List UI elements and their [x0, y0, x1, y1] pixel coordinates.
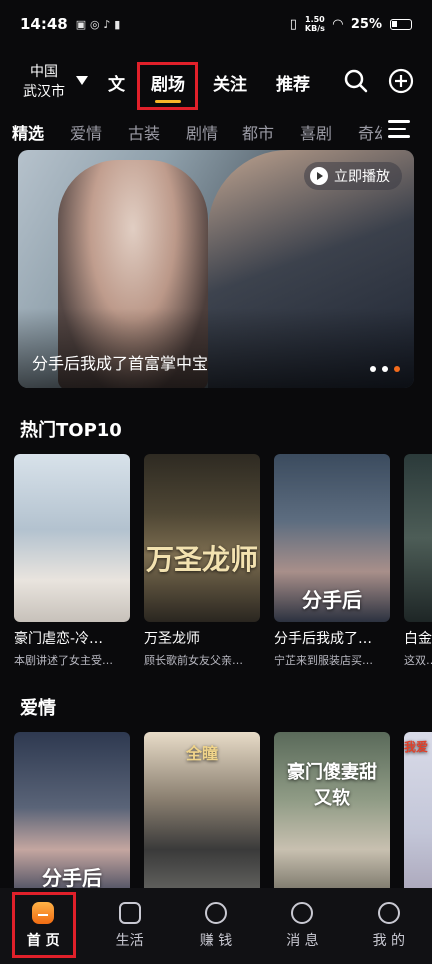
shopping-bag-icon — [118, 902, 141, 924]
card-title: 豪门虐恋-冷… — [14, 631, 104, 647]
category-featured[interactable]: 精选 — [12, 120, 44, 144]
drama-card[interactable]: 豪门虐恋-冷… 本剧讲述了女主受… — [14, 454, 130, 668]
category-bar: 精选 爱情 古装 剧情 都市 喜剧 奇幻 — [0, 116, 432, 146]
coin-icon — [205, 902, 228, 924]
category-drama[interactable]: 剧情 — [186, 120, 218, 144]
tab-wen[interactable]: 文 — [108, 70, 125, 95]
poster-image: 万圣龙师 — [144, 454, 260, 622]
poster-image: 分手后 — [14, 732, 130, 900]
section-title-top10: 热门TOP10 — [18, 416, 122, 445]
tab-recommend[interactable]: 推荐 — [276, 70, 310, 95]
poster-image — [14, 454, 130, 622]
tab-life[interactable]: 生活 — [86, 888, 172, 964]
location-selector[interactable]: 中国 武汉市 — [22, 62, 66, 102]
featured-banner[interactable]: 立即播放 分手后我成了首富掌中宝 — [18, 150, 414, 388]
annotation-box-home — [12, 892, 76, 958]
drama-card[interactable]: 万圣龙师 万圣龙师 顾长歌前女友父亲… — [144, 454, 260, 668]
profile-icon — [377, 902, 400, 924]
card-subtitle: 顾长歌前女友父亲… — [144, 654, 243, 667]
poster-image — [404, 454, 432, 622]
speed-value: 1.50 — [305, 15, 325, 24]
search-icon[interactable] — [343, 68, 369, 94]
play-now-button[interactable]: 立即播放 — [304, 162, 402, 190]
category-fantasy[interactable]: 奇幻 — [358, 120, 382, 144]
play-icon — [310, 167, 328, 185]
tab-profile-label: 我 的 — [372, 933, 406, 949]
carousel-indicator — [370, 366, 400, 372]
category-costume[interactable]: 古装 — [128, 120, 160, 144]
tab-profile[interactable]: 我 的 — [346, 888, 432, 964]
drama-card[interactable]: 分手后 分手后我成了… 宁芷来到服装店买… — [274, 454, 390, 668]
tab-messages[interactable]: 消 息 — [259, 888, 345, 964]
card-subtitle: 本剧讲述了女主受… — [14, 654, 113, 667]
tab-messages-label: 消 息 — [286, 933, 319, 949]
section-title-romance: 爱情 — [18, 694, 56, 723]
notification-icons: ▣ ◎ ♪ ▮ — [75, 17, 121, 31]
add-icon[interactable] — [388, 68, 414, 94]
category-romance[interactable]: 爱情 — [70, 120, 102, 144]
location-city: 武汉市 — [23, 84, 65, 100]
vibrate-icon: ▯ — [289, 16, 297, 32]
network-speed: 1.50 KB/s — [305, 15, 325, 33]
category-urban[interactable]: 都市 — [242, 120, 274, 144]
top-nav: 中国 武汉市 文 剧场 关注 推荐 — [0, 58, 432, 108]
banner-title: 分手后我成了首富掌中宝 — [32, 354, 209, 373]
play-now-label: 立即播放 — [334, 169, 390, 185]
annotation-box-theater — [137, 62, 198, 110]
location-country: 中国 — [30, 64, 58, 80]
tab-earn[interactable]: 赚 钱 — [173, 888, 259, 964]
card-title: 万圣龙师 — [144, 631, 200, 647]
clock: 14:48 — [20, 15, 68, 33]
poster-image: 全瞳 — [144, 732, 260, 900]
category-comedy[interactable]: 喜剧 — [300, 120, 332, 144]
poster-image: 我爱 — [404, 732, 432, 900]
tab-earn-label: 赚 钱 — [199, 933, 233, 949]
drama-card[interactable]: 白金… 这双… — [404, 454, 432, 668]
menu-icon[interactable] — [388, 120, 410, 140]
speed-unit: KB/s — [304, 24, 325, 33]
poster-image: 豪门傻妻甜又软 — [274, 732, 390, 900]
status-bar: 14:48 ▣ ◎ ♪ ▮ ▯ 1.50 KB/s ◠ 25% — [0, 0, 432, 48]
battery-percent: 25% — [350, 16, 382, 32]
poster-image: 分手后 — [274, 454, 390, 622]
drama-card[interactable]: 分手后 — [14, 732, 130, 900]
card-subtitle: 这双… — [404, 654, 432, 667]
drama-card[interactable]: 我爱 — [404, 732, 432, 900]
drama-card[interactable]: 全瞳 — [144, 732, 260, 900]
caret-down-icon[interactable] — [76, 76, 88, 85]
card-title: 白金… — [404, 631, 432, 647]
tab-following[interactable]: 关注 — [213, 70, 247, 95]
battery-icon — [390, 18, 412, 30]
tab-life-label: 生活 — [115, 933, 144, 949]
card-title: 分手后我成了… — [274, 631, 372, 647]
wifi-icon: ◠ — [332, 16, 343, 32]
card-subtitle: 宁芷来到服装店买… — [274, 654, 373, 667]
message-icon — [291, 902, 314, 924]
drama-card[interactable]: 豪门傻妻甜又软 — [274, 732, 390, 900]
